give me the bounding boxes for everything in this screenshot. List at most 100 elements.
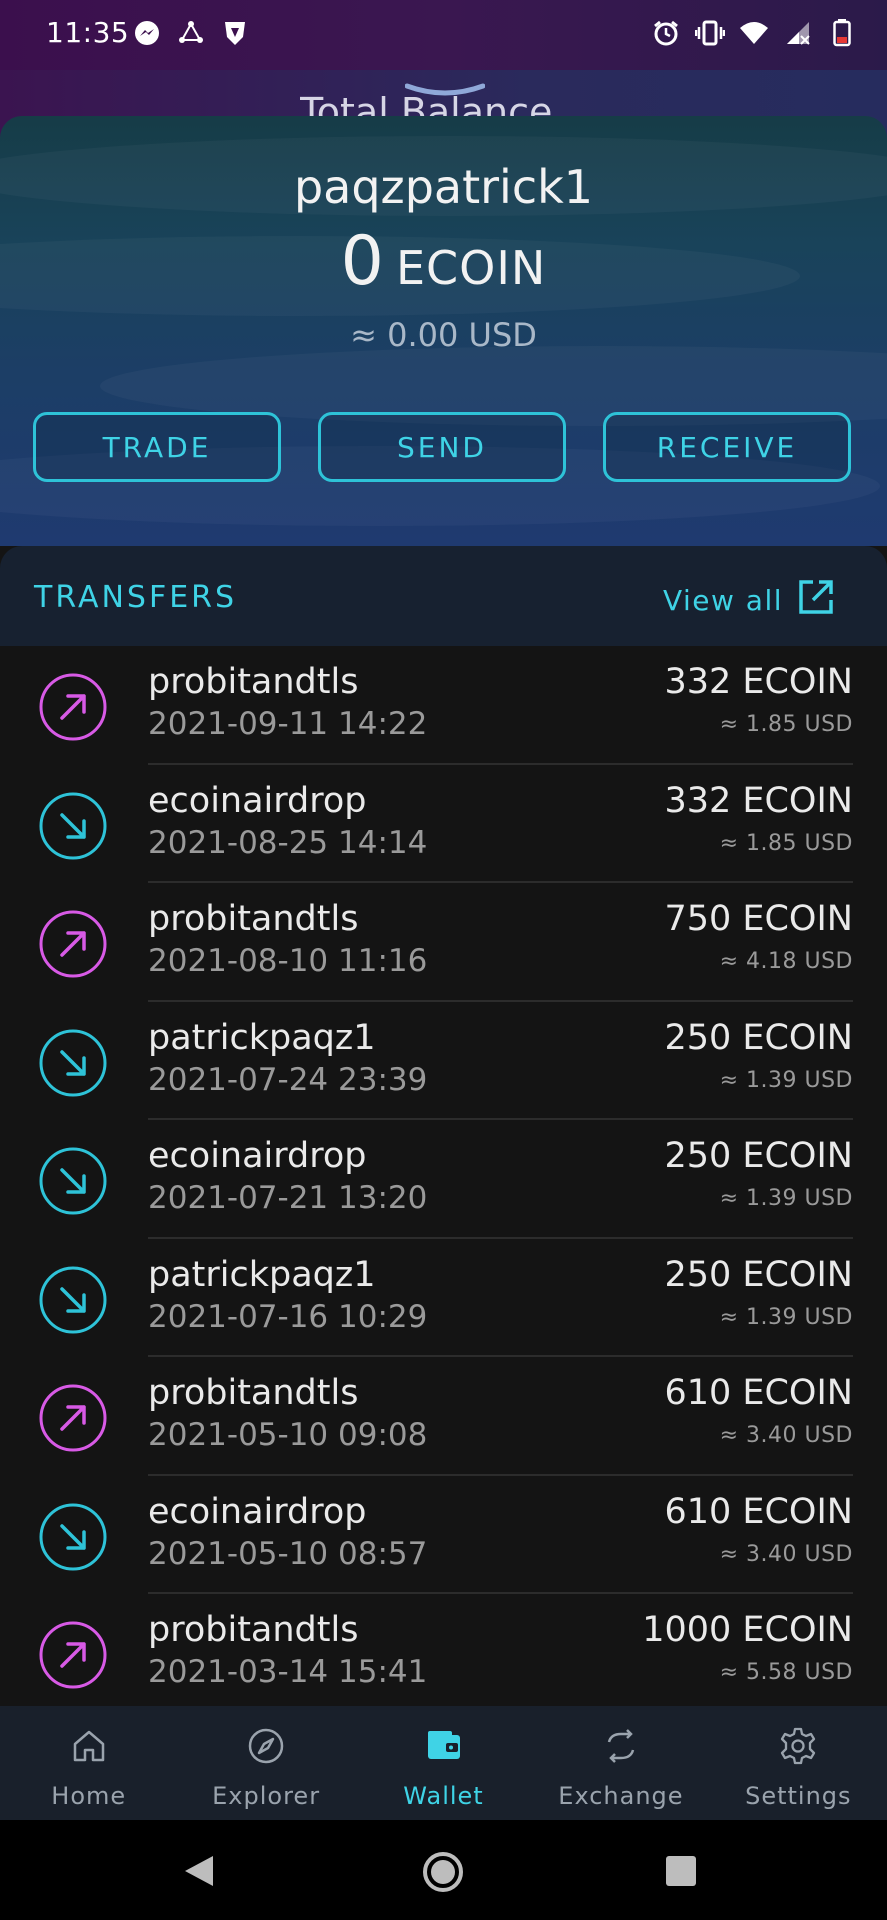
balance-amount: 0 ECOIN — [0, 222, 887, 301]
received-arrow-icon — [38, 1028, 108, 1098]
transfer-amount: 332 ECOIN — [664, 662, 853, 702]
view-all-link[interactable]: View all — [663, 578, 835, 623]
transfer-amount: 332 ECOIN — [664, 780, 853, 821]
transfer-counterparty: probitandtls — [148, 1610, 359, 1650]
transfers-header: TRANSFERS View all — [0, 546, 887, 646]
battery-icon — [827, 18, 857, 48]
transfer-usd: ≈ 1.39 USD — [719, 1304, 853, 1330]
transfer-usd: ≈ 1.85 USD — [719, 830, 853, 856]
sent-arrow-icon — [38, 909, 108, 979]
external-link-icon — [797, 578, 835, 623]
signal-icon — [783, 18, 813, 48]
transfer-date: 2021-07-16 10:29 — [148, 1298, 428, 1335]
transfer-date: 2021-05-10 08:57 — [148, 1535, 428, 1572]
transfer-amount: 250 ECOIN — [664, 1017, 853, 1058]
transfer-usd: ≈ 3.40 USD — [719, 1541, 853, 1567]
send-button[interactable]: SEND — [318, 412, 566, 482]
transfer-row[interactable]: ecoinairdrop 2021-05-10 08:57 610 ECOIN ≈ 3… — [0, 1476, 887, 1594]
transfer-usd: ≈ 1.85 USD — [719, 712, 853, 737]
received-arrow-icon — [38, 1265, 108, 1335]
nav-settings[interactable]: Settings — [710, 1706, 887, 1820]
transfer-row[interactable]: ecoinairdrop 2021-08-25 14:14 332 ECOIN ≈ 1… — [0, 765, 887, 883]
transfer-counterparty: probitandtls — [148, 899, 359, 939]
vibrate-icon — [695, 18, 725, 48]
transfer-counterparty: ecoinairdrop — [148, 1136, 367, 1176]
received-arrow-icon — [38, 791, 108, 861]
transfer-row[interactable]: probitandtls 2021-08-10 11:16 750 ECOIN ≈ 4… — [0, 883, 887, 1002]
balance-usd: ≈ 0.00 USD — [350, 316, 537, 354]
back-icon[interactable] — [183, 1854, 215, 1892]
transfer-amount: 750 ECOIN — [664, 899, 853, 939]
balance-value: 0 — [340, 222, 384, 301]
transfer-counterparty: probitandtls — [148, 1373, 359, 1413]
transfer-row[interactable]: probitandtls 2021-09-11 14:22 332 ECOIN ≈ 1… — [0, 646, 887, 765]
balance-card: paqzpatrick1 0 ECOIN ≈ 0.00 USD TRADE SEN… — [0, 116, 887, 546]
transfer-date: 2021-03-14 15:41 — [148, 1654, 428, 1690]
nav-exchange-label: Exchange — [558, 1782, 684, 1810]
trade-button[interactable]: TRADE — [33, 412, 281, 482]
nav-settings-label: Settings — [745, 1782, 852, 1810]
chevron-icon[interactable] — [404, 82, 486, 106]
transfer-counterparty: probitandtls — [148, 662, 359, 702]
transfer-row[interactable]: patrickpaqz1 2021-07-24 23:39 250 ECOIN ≈ 1… — [0, 1002, 887, 1120]
gear-icon — [778, 1726, 818, 1772]
transfer-date: 2021-09-11 14:22 — [148, 706, 428, 742]
transfer-usd: ≈ 5.58 USD — [719, 1660, 853, 1685]
compass-icon — [246, 1726, 286, 1772]
home-button-icon[interactable] — [421, 1850, 465, 1898]
transfer-date: 2021-08-25 14:14 — [148, 824, 428, 861]
transfer-amount: 610 ECOIN — [664, 1491, 853, 1532]
transfer-usd: ≈ 1.39 USD — [719, 1186, 853, 1211]
nav-wallet[interactable]: Wallet — [355, 1706, 532, 1820]
transfer-row[interactable]: probitandtls 2021-03-14 15:41 1000 ECOIN ≈ … — [0, 1594, 887, 1713]
received-arrow-icon — [38, 1146, 108, 1216]
wifi-icon — [739, 18, 769, 48]
wallet-icon — [424, 1726, 464, 1772]
balance-unit: ECOIN — [395, 241, 547, 295]
nav-home-label: Home — [51, 1782, 127, 1810]
transfer-counterparty: patrickpaqz1 — [148, 1017, 376, 1058]
transfer-date: 2021-07-24 23:39 — [148, 1061, 428, 1098]
transfer-usd: ≈ 3.40 USD — [719, 1423, 853, 1448]
exchange-icon — [601, 1726, 641, 1772]
nav-wallet-label: Wallet — [403, 1782, 484, 1810]
transfer-row[interactable]: patrickpaqz1 2021-07-16 10:29 250 ECOIN ≈ 1… — [0, 1239, 887, 1357]
messenger-icon — [132, 18, 162, 48]
sent-arrow-icon — [38, 1620, 108, 1690]
transfer-counterparty: ecoinairdrop — [148, 1491, 367, 1532]
transfer-amount: 250 ECOIN — [664, 1136, 853, 1176]
bottom-nav: Home Explorer Wallet Exchange Settings — [0, 1706, 887, 1820]
account-username: paqzpatrick1 — [293, 160, 594, 214]
transfer-amount: 610 ECOIN — [664, 1373, 853, 1413]
view-all-label: View all — [662, 584, 783, 617]
status-bar: 11:35 — [0, 0, 887, 70]
nav-explorer-label: Explorer — [212, 1782, 321, 1810]
brave-icon — [220, 18, 250, 48]
alarm-icon — [651, 18, 681, 48]
transfers-title: TRANSFERS — [34, 580, 238, 615]
system-nav-bar — [0, 1820, 887, 1920]
nav-home[interactable]: Home — [0, 1706, 177, 1820]
receive-button[interactable]: RECEIVE — [603, 412, 851, 482]
transfer-list: probitandtls 2021-09-11 14:22 332 ECOIN ≈ 1… — [0, 646, 887, 1713]
home-icon — [69, 1726, 109, 1772]
recents-icon[interactable] — [666, 1856, 696, 1886]
transfer-amount: 250 ECOIN — [664, 1254, 853, 1295]
sent-arrow-icon — [38, 672, 108, 742]
sent-arrow-icon — [38, 1383, 108, 1453]
transfer-counterparty: ecoinairdrop — [148, 780, 367, 821]
transfer-counterparty: patrickpaqz1 — [148, 1254, 376, 1295]
sync-icon — [176, 18, 206, 48]
transfer-row[interactable]: probitandtls 2021-05-10 09:08 610 ECOIN ≈ 3… — [0, 1357, 887, 1476]
transfer-row[interactable]: ecoinairdrop 2021-07-21 13:20 250 ECOIN ≈ 1… — [0, 1120, 887, 1239]
transfer-amount: 1000 ECOIN — [642, 1610, 853, 1650]
nav-explorer[interactable]: Explorer — [177, 1706, 354, 1820]
transfer-usd: ≈ 4.18 USD — [719, 949, 853, 974]
transfer-usd: ≈ 1.39 USD — [719, 1067, 853, 1093]
transfer-date: 2021-05-10 09:08 — [148, 1417, 428, 1453]
received-arrow-icon — [38, 1502, 108, 1572]
transfer-date: 2021-08-10 11:16 — [148, 943, 428, 979]
status-time: 11:35 — [46, 16, 130, 49]
nav-exchange[interactable]: Exchange — [532, 1706, 709, 1820]
transfer-date: 2021-07-21 13:20 — [148, 1180, 428, 1216]
